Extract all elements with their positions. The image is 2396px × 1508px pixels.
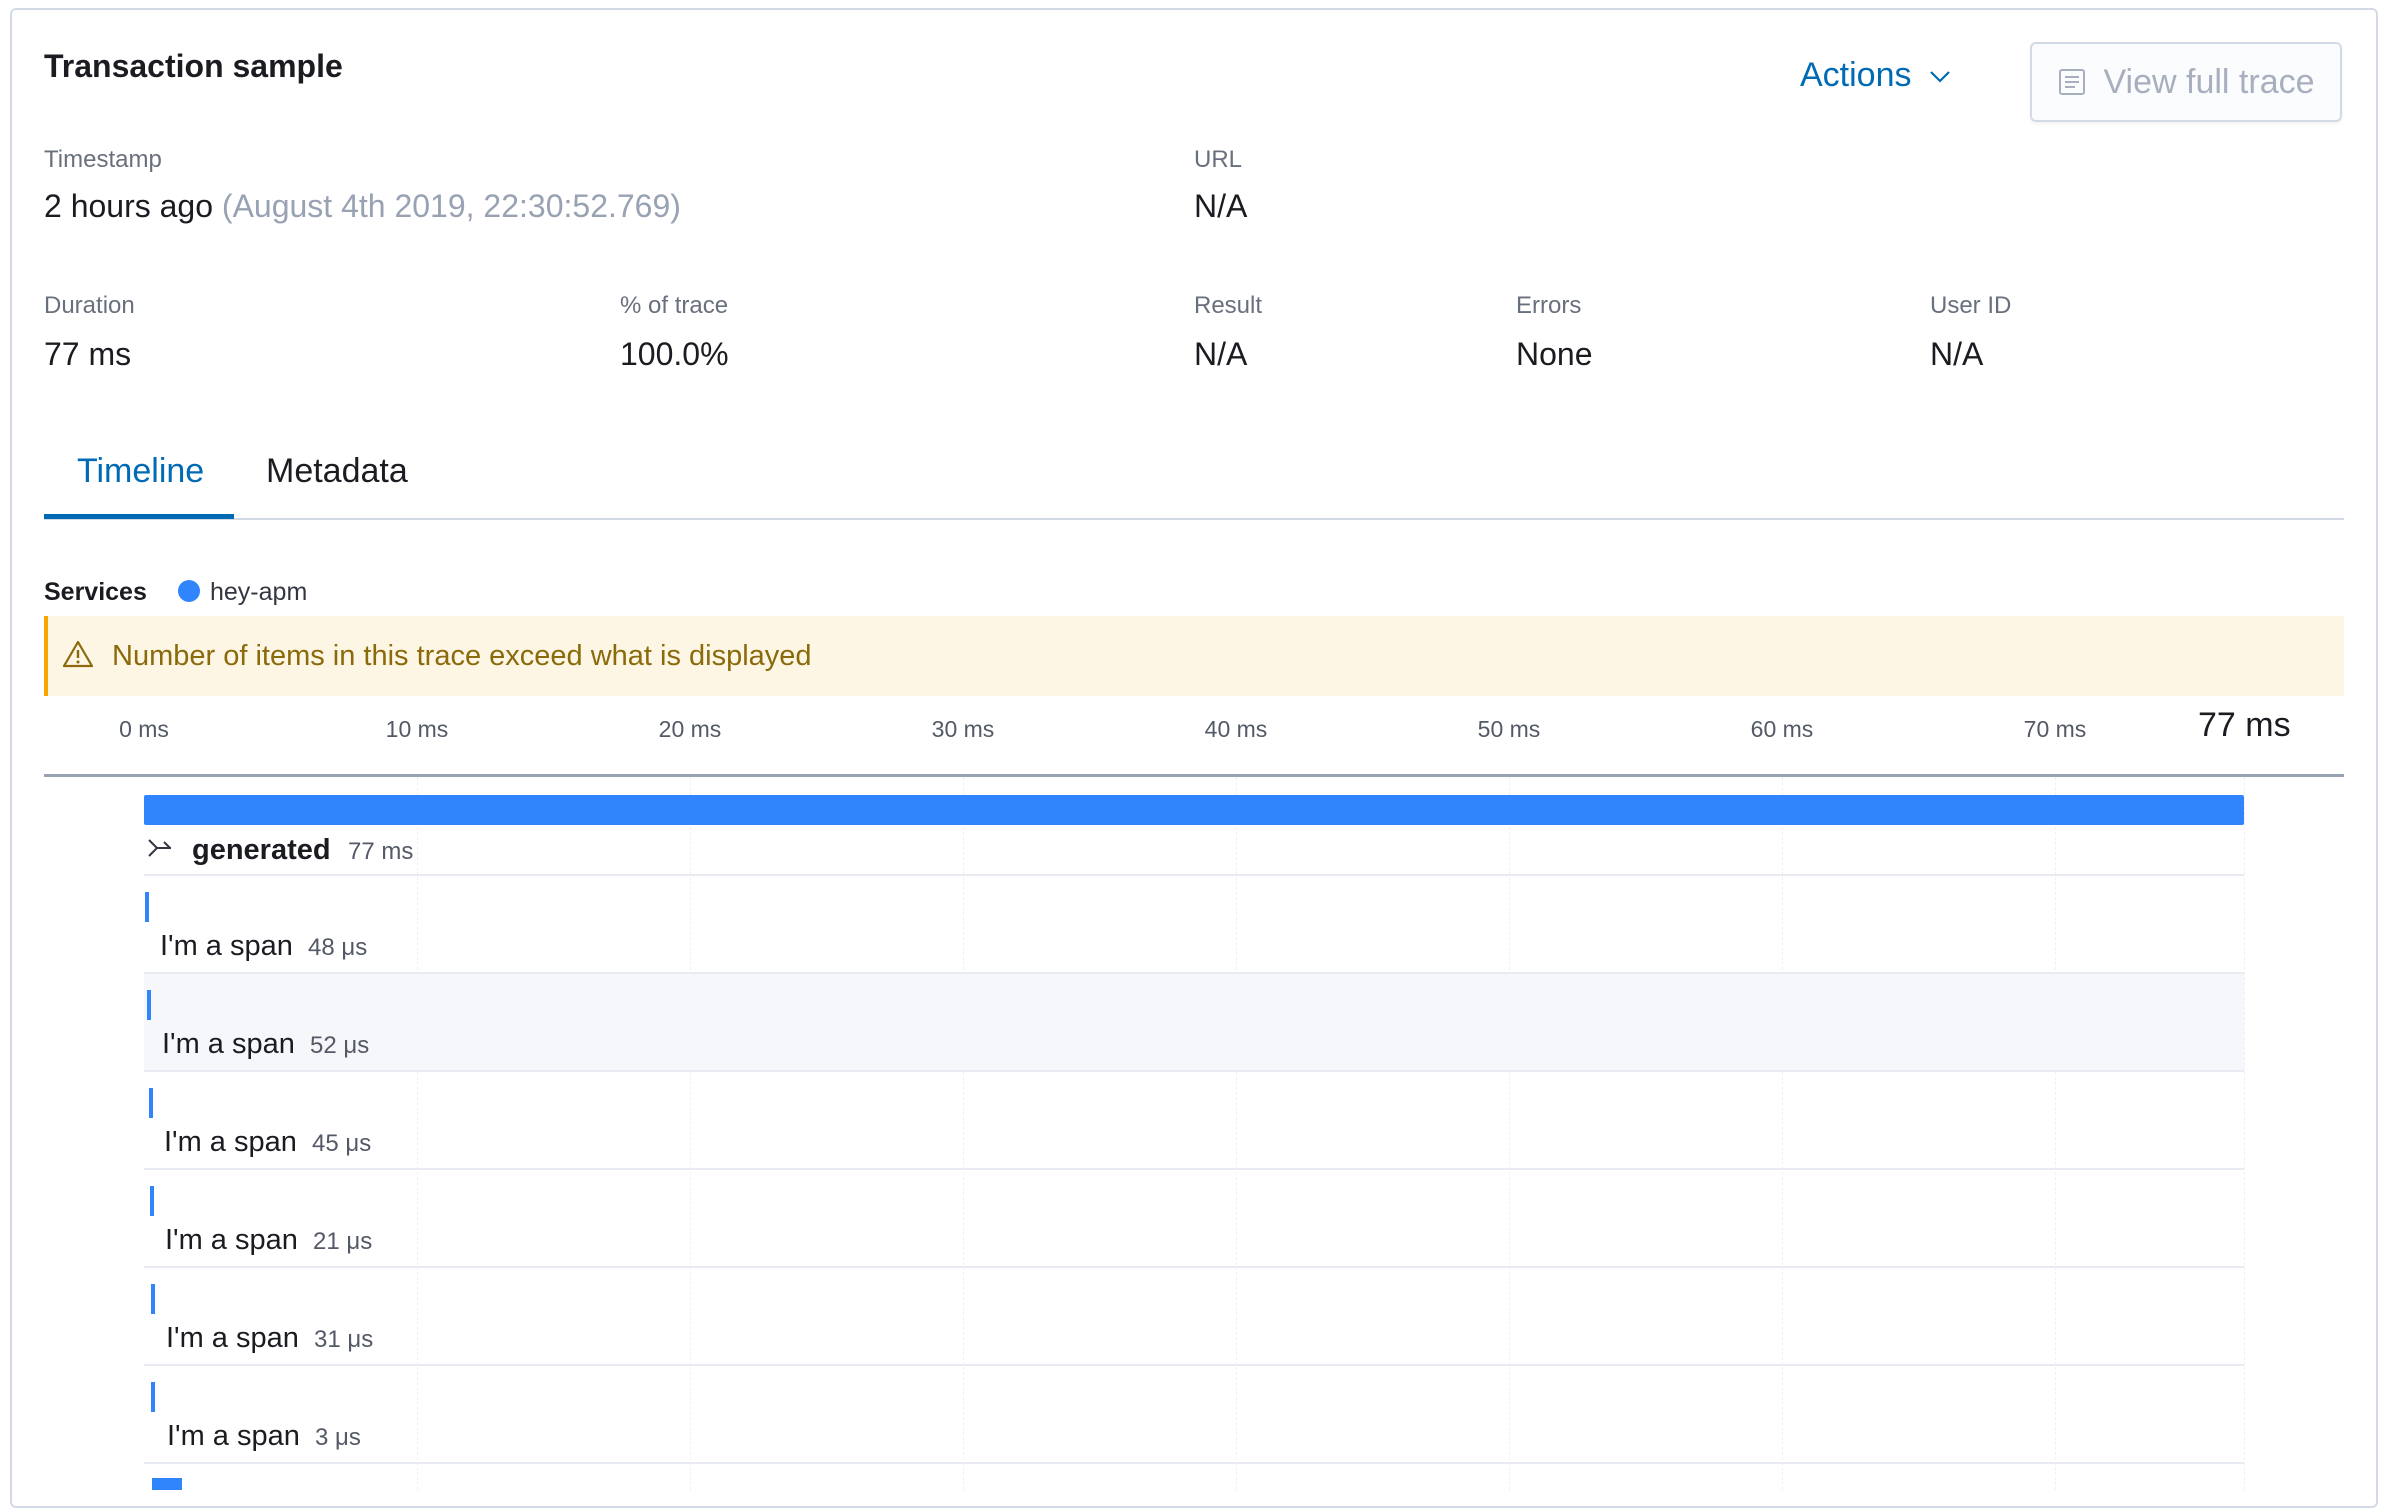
duration-value: 77 ms [44, 336, 132, 372]
document-icon [2059, 69, 2086, 95]
errors-label: Errors [1516, 292, 1582, 319]
span-bar[interactable] [151, 1382, 155, 1412]
span-bar[interactable] [152, 1478, 182, 1490]
transaction-bar[interactable] [144, 795, 2244, 825]
warning-icon [62, 640, 94, 668]
span-bar[interactable] [149, 1088, 153, 1118]
axis-tick-label: 30 ms [931, 716, 995, 742]
chevron-down-icon [1929, 70, 1950, 83]
tab-metadata[interactable]: Metadata [266, 452, 408, 491]
span-bar[interactable] [145, 892, 149, 922]
span-name[interactable]: I'm a span [160, 930, 293, 963]
axis-tick-label: 20 ms [658, 716, 722, 742]
tab-timeline[interactable]: Timeline [77, 452, 204, 491]
errors-value: None [1516, 336, 1593, 372]
merge-icon [148, 839, 171, 857]
tabs-divider [44, 518, 2344, 520]
span-duration: 31 μs [314, 1326, 374, 1353]
timestamp-relative: 2 hours ago [44, 188, 214, 224]
timeline-axis [44, 774, 2344, 777]
timestamp-absolute: (August 4th 2019, 22:30:52.769) [221, 188, 681, 224]
axis-tick-label: 40 ms [1204, 716, 1268, 742]
axis-tick-label: 50 ms [1477, 716, 1541, 742]
row-separator [144, 1070, 2244, 1072]
axis-tick-label: 60 ms [1750, 716, 1814, 742]
url-value: N/A [1194, 188, 1248, 224]
span-bar[interactable] [151, 1284, 155, 1314]
service-legend-hey-apm[interactable]: hey-apm [210, 578, 307, 607]
callout-message: Number of items in this trace exceed wha… [112, 640, 812, 672]
axis-tick-label: 70 ms [2023, 716, 2087, 742]
timeline-gridline [2244, 777, 2245, 1490]
span-name[interactable]: I'm a span [165, 1224, 298, 1257]
pct-of-trace-value: 100.0% [620, 336, 729, 372]
span-duration: 45 μs [312, 1130, 372, 1157]
timeline-gridline [1782, 777, 1783, 1490]
timestamp-value: 2 hours ago (August 4th 2019, 22:30:52.7… [44, 188, 681, 225]
timeline-gridline [1509, 777, 1510, 1490]
span-name[interactable]: I'm a span [164, 1126, 297, 1159]
span-row-hover [144, 974, 2244, 1070]
axis-end-label: 77 ms [2198, 706, 2291, 744]
span-duration: 52 μs [310, 1032, 370, 1059]
transaction-sample-panel [10, 8, 2378, 1508]
timeline-gridline [690, 777, 691, 1490]
timeline-gridline [2055, 777, 2056, 1490]
view-full-trace-label: View full trace [2103, 62, 2315, 101]
view-full-trace-button[interactable]: View full trace [2030, 42, 2342, 122]
transaction-name[interactable]: generated [192, 834, 331, 867]
url-label: URL [1194, 146, 1243, 173]
pct-of-trace-label: % of trace [620, 292, 729, 319]
service-color-dot [178, 580, 200, 602]
result-value: N/A [1194, 336, 1248, 372]
duration-label: Duration [44, 292, 135, 319]
axis-tick-label: 10 ms [385, 716, 449, 742]
timeline-gridline [1236, 777, 1237, 1490]
timeline-gridline [417, 777, 418, 1490]
services-label: Services [44, 578, 147, 606]
span-bar[interactable] [150, 1186, 154, 1216]
user-id-label: User ID [1930, 292, 2012, 319]
active-tab-indicator [44, 514, 234, 519]
user-id-value: N/A [1930, 336, 1984, 372]
span-duration: 21 μs [313, 1228, 373, 1255]
row-separator [144, 1168, 2244, 1170]
panel-title: Transaction sample [44, 48, 343, 84]
span-name[interactable]: I'm a span [162, 1028, 295, 1061]
span-duration: 3 μs [315, 1424, 361, 1451]
axis-tick-label: 0 ms [119, 716, 169, 742]
actions-button[interactable]: Actions [1800, 56, 1952, 95]
timeline-gridline [963, 777, 964, 1490]
actions-label: Actions [1800, 56, 1912, 94]
span-name[interactable]: I'm a span [167, 1420, 300, 1453]
timestamp-label: Timestamp [44, 146, 162, 173]
row-separator [144, 1364, 2244, 1366]
span-duration: 48 μs [308, 934, 368, 961]
span-bar[interactable] [147, 990, 151, 1020]
transaction-duration: 77 ms [348, 838, 414, 865]
row-separator [144, 1266, 2244, 1268]
result-label: Result [1194, 292, 1263, 319]
row-separator [144, 874, 2244, 876]
row-separator [144, 1462, 2244, 1464]
span-name[interactable]: I'm a span [166, 1322, 299, 1355]
row-separator [144, 972, 2244, 974]
